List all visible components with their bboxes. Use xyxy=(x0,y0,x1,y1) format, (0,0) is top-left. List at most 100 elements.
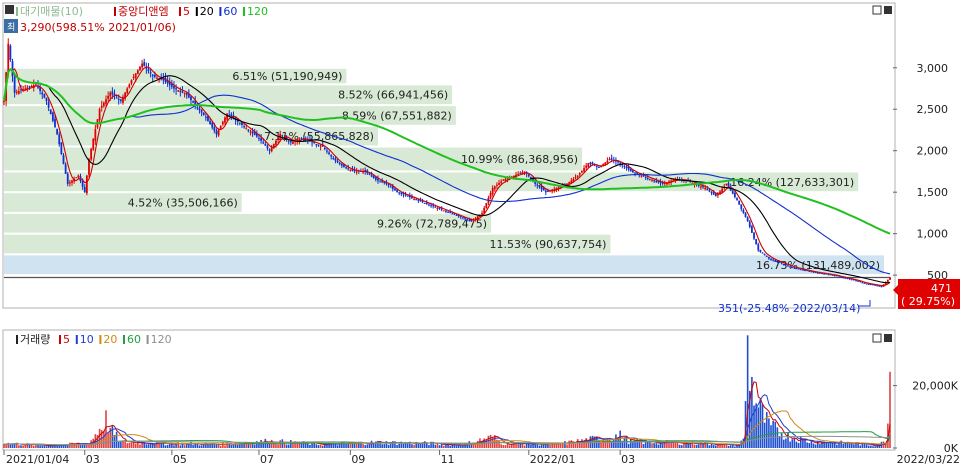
candle-body xyxy=(398,192,401,194)
volume-bar xyxy=(819,444,821,448)
candle-body xyxy=(319,145,322,147)
close-icon[interactable] xyxy=(884,6,892,14)
volume-bar xyxy=(797,442,800,448)
candle-body xyxy=(7,43,10,72)
candle-body xyxy=(415,199,418,201)
candle-body xyxy=(370,174,373,177)
volume-bar xyxy=(317,445,320,448)
candle-body xyxy=(183,92,186,94)
legend-label: 5 xyxy=(63,333,70,346)
volume-bar xyxy=(714,445,717,448)
volume-bar xyxy=(810,440,813,448)
volume-bar xyxy=(538,445,541,448)
volume-bar xyxy=(43,445,46,448)
volume-bar xyxy=(793,438,796,448)
volume-bar xyxy=(581,439,583,448)
candle-body xyxy=(748,221,751,228)
legend-label: 120 xyxy=(247,5,268,18)
price-tick-label: 2,500 xyxy=(917,103,949,116)
volume-bar xyxy=(674,442,677,448)
candle-body xyxy=(300,138,303,140)
volume-bar xyxy=(727,445,730,448)
volume-bar xyxy=(5,444,7,448)
candle-body xyxy=(41,92,44,95)
volume-bar xyxy=(825,442,828,448)
volume-bar xyxy=(362,443,364,448)
candle-body xyxy=(623,165,626,167)
candle-body xyxy=(245,128,248,130)
candle-body xyxy=(496,184,498,186)
volume-bar xyxy=(498,440,500,448)
volume-bar xyxy=(836,444,838,448)
volume-bar xyxy=(215,444,218,448)
volume-bar xyxy=(770,425,772,448)
candle-body xyxy=(606,160,609,163)
volume-bar xyxy=(689,444,692,448)
volume-bar xyxy=(532,444,534,448)
candle-body xyxy=(742,209,745,213)
volume-bar xyxy=(368,444,371,448)
candle-body xyxy=(287,140,290,142)
volume-bar xyxy=(608,439,611,448)
candle-body xyxy=(523,171,526,173)
maximize-icon[interactable] xyxy=(872,5,882,15)
candle-body xyxy=(102,102,105,107)
maximize-icon[interactable] xyxy=(872,333,882,343)
volume-bar xyxy=(366,444,369,448)
price-axis: 3,0002,5002,0001,5001,000500 xyxy=(893,62,948,282)
candle-body xyxy=(661,182,664,184)
current-price-change: ( 29.75%) xyxy=(901,295,955,308)
candle-body xyxy=(143,61,146,67)
candle-body xyxy=(889,277,891,280)
candle-body xyxy=(765,255,768,257)
candle-body xyxy=(66,173,69,184)
volume-bar xyxy=(173,445,175,448)
candle-body xyxy=(389,186,392,188)
candle-body xyxy=(404,194,407,196)
volume-bar xyxy=(629,439,632,448)
volume-bar xyxy=(39,445,41,448)
volume-bar xyxy=(504,445,507,448)
volume-bar xyxy=(782,439,785,448)
candle-body xyxy=(374,177,377,180)
candle-body xyxy=(649,178,651,180)
price-tick-label: 3,000 xyxy=(917,62,949,75)
volume-bar xyxy=(266,443,269,448)
legend-label: 중앙디앤엠 xyxy=(118,5,169,18)
volume-bar xyxy=(117,441,120,448)
candle-body xyxy=(281,135,284,137)
volume-bar xyxy=(194,443,197,448)
volume-bar xyxy=(277,444,279,448)
candle-body xyxy=(149,72,152,74)
date-axis: 2021/01/04 03 05 07 09 11 2022/01 03 2022/03/22 xyxy=(3,450,960,466)
volume-bar xyxy=(872,446,874,448)
legend-swatch xyxy=(16,7,18,16)
volume-bar xyxy=(774,421,777,448)
candle-body xyxy=(345,167,347,169)
candle-body xyxy=(653,180,656,182)
volume-profile-label: 4.52% (35,506,166) xyxy=(128,197,238,210)
volume-bar xyxy=(9,444,12,448)
volume-bar xyxy=(438,445,441,448)
legend-label: 20 xyxy=(103,333,117,346)
candle-body xyxy=(455,214,458,216)
legend-label: 대기매물(10) xyxy=(20,5,83,18)
candle-body xyxy=(270,147,273,152)
volume-bar xyxy=(789,441,791,448)
candle-body xyxy=(13,76,16,93)
volume-bar xyxy=(791,439,794,448)
candle-body xyxy=(264,143,267,146)
candle-body xyxy=(323,147,326,150)
volume-bar xyxy=(309,444,311,448)
candle-body xyxy=(247,129,250,131)
candle-body xyxy=(217,129,220,136)
volume-bar xyxy=(236,444,239,448)
candle-body xyxy=(886,279,889,282)
volume-bar xyxy=(455,445,458,448)
close-icon[interactable] xyxy=(884,334,892,342)
volume-bar xyxy=(126,443,129,448)
candle-body xyxy=(60,142,63,155)
date-tick-label: 11 xyxy=(441,453,455,466)
date-tick-label: 2021/01/04 xyxy=(6,453,69,466)
volume-bar xyxy=(253,444,256,448)
